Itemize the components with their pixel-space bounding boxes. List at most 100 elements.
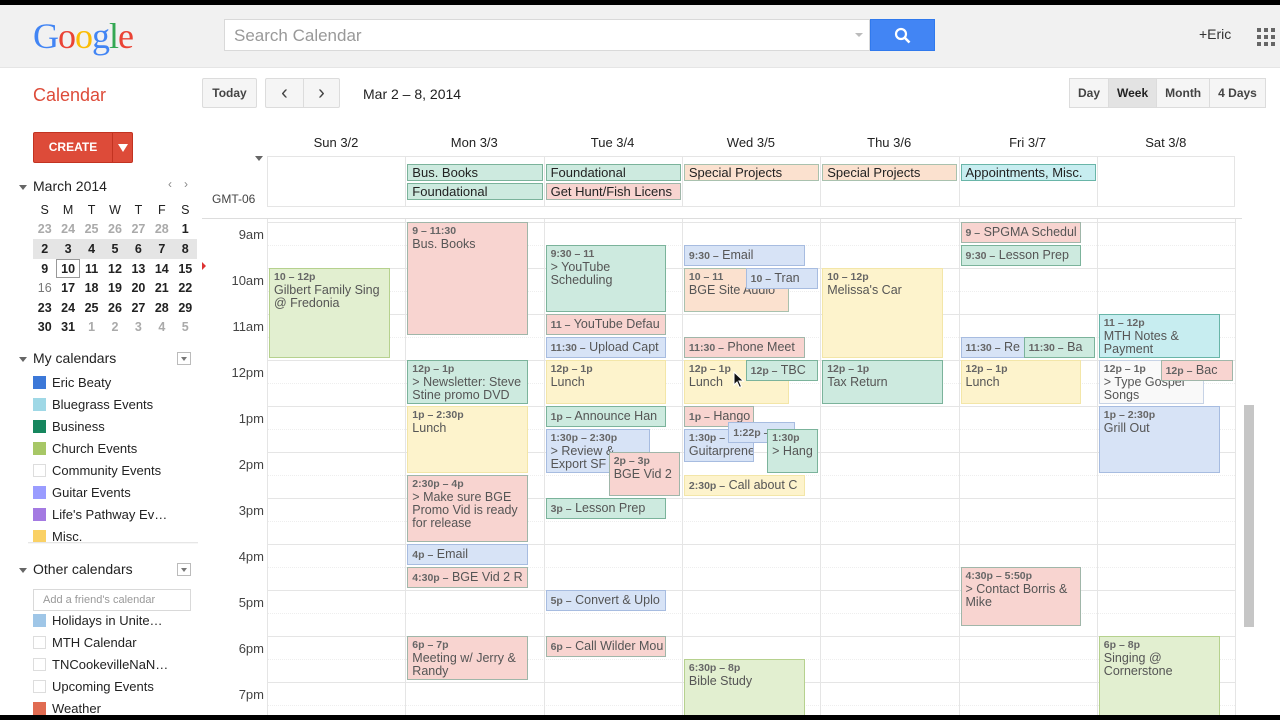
mini-week-row[interactable]: 23 24 25 26 27 28 29 bbox=[33, 298, 197, 318]
mini-day[interactable]: 25 bbox=[80, 298, 103, 318]
mini-next-icon[interactable]: › bbox=[184, 177, 188, 191]
calendar-event[interactable]: 2p – 3p BGE Vid 2 bbox=[608, 452, 680, 496]
mini-day[interactable]: 5 bbox=[103, 239, 127, 259]
mini-day[interactable]: 4 bbox=[79, 239, 104, 259]
calendar-color-swatch[interactable] bbox=[33, 613, 46, 627]
calendar-event[interactable]: 6p – 7p Meeting w/ Jerry & Randy bbox=[407, 636, 529, 680]
calendar-color-swatch[interactable] bbox=[33, 375, 46, 389]
calendar-event[interactable]: 11:30 – Phone Meet bbox=[683, 337, 805, 358]
calendar-event[interactable]: 11:30 – Upload Capt bbox=[545, 337, 667, 358]
day-header[interactable]: Thu 3/6 bbox=[820, 135, 958, 150]
day-header[interactable]: Sun 3/2 bbox=[267, 135, 405, 150]
allday-event[interactable]: Bus. Books bbox=[407, 164, 543, 181]
mini-day[interactable]: 1 bbox=[174, 220, 197, 240]
mini-day[interactable]: 8 bbox=[173, 239, 197, 259]
mini-day[interactable]: 1 bbox=[80, 318, 103, 338]
mini-week-row[interactable]: 16 17 18 19 20 21 22 bbox=[33, 278, 197, 298]
allday-event[interactable]: Appointments, Misc. bbox=[960, 164, 1096, 181]
allday-event[interactable]: Foundational bbox=[545, 164, 681, 181]
calendar-event[interactable]: 1p – 2:30p Lunch bbox=[407, 406, 529, 473]
collapse-icon[interactable] bbox=[19, 567, 27, 573]
calendar-item[interactable]: Guitar Events bbox=[33, 481, 193, 503]
day-header[interactable]: Mon 3/3 bbox=[405, 135, 543, 150]
calendar-event[interactable]: 2:30p – 4p > Make sure BGE Promo Vid is r… bbox=[407, 475, 529, 542]
calendar-event[interactable]: 10 – 12p Melissa's Car bbox=[822, 268, 944, 358]
mini-day[interactable]: 30 bbox=[33, 318, 56, 338]
view-day-button[interactable]: Day bbox=[1069, 78, 1110, 108]
next-week-button[interactable]: › bbox=[303, 78, 340, 108]
mini-day[interactable]: 28 bbox=[150, 298, 173, 318]
calendar-color-swatch[interactable] bbox=[33, 419, 46, 433]
mini-day[interactable]: 5 bbox=[174, 318, 197, 338]
calendar-item[interactable]: Weather bbox=[33, 697, 193, 715]
calendar-event[interactable]: 6:30p – 8p Bible Study bbox=[683, 659, 805, 715]
calendar-event[interactable]: 1:30p > Hang bbox=[767, 429, 819, 473]
mini-day[interactable]: 12 bbox=[103, 259, 126, 279]
calendar-item[interactable]: MTH Calendar bbox=[33, 631, 193, 653]
mini-prev-icon[interactable]: ‹ bbox=[168, 177, 172, 191]
day-header[interactable]: Wed 3/5 bbox=[682, 135, 820, 150]
calendar-event[interactable]: 10 – Tran bbox=[745, 268, 819, 289]
calendar-event[interactable]: 4:30p – BGE Vid 2 R bbox=[407, 567, 529, 588]
calendar-item[interactable]: Church Events bbox=[33, 437, 193, 459]
calendar-event[interactable]: 9:30 – Lesson Prep bbox=[960, 245, 1082, 266]
calendar-event[interactable]: 5p – Convert & Uplo bbox=[545, 590, 667, 611]
other-calendars-header[interactable]: Other calendars bbox=[19, 561, 133, 577]
calendar-event[interactable]: 12p – 1p Tax Return bbox=[822, 360, 944, 404]
my-calendars-menu-icon[interactable] bbox=[177, 352, 191, 365]
calendar-event[interactable]: 9:30 – 11 > YouTube Scheduling bbox=[545, 245, 667, 312]
calendar-event[interactable]: 11:30 – Re bbox=[960, 337, 1028, 358]
mini-day[interactable]: 22 bbox=[174, 278, 197, 298]
calendar-event[interactable]: 9:30 – Email bbox=[683, 245, 805, 266]
calendar-event[interactable]: 9 – 11:30 Bus. Books bbox=[407, 222, 529, 335]
calendar-color-swatch[interactable] bbox=[33, 657, 46, 671]
mini-day[interactable]: 2 bbox=[33, 239, 57, 259]
day-header[interactable]: Tue 3/4 bbox=[544, 135, 682, 150]
calendar-event[interactable]: 12p – 1p > Newsletter: Steve Stine promo … bbox=[407, 360, 529, 404]
calendar-color-swatch[interactable] bbox=[33, 397, 46, 411]
calendar-color-swatch[interactable] bbox=[33, 635, 46, 649]
day-header[interactable]: Sat 3/8 bbox=[1097, 135, 1235, 150]
calendar-item[interactable]: Misc. bbox=[33, 525, 193, 543]
calendar-item[interactable]: TNCookevilleNaN… bbox=[33, 653, 193, 675]
calendar-item[interactable]: Business bbox=[33, 415, 193, 437]
allday-event[interactable]: Get Hunt/Fish Licens bbox=[545, 183, 681, 200]
today-button[interactable]: Today bbox=[202, 78, 257, 108]
calendar-event[interactable]: 1p – Announce Han bbox=[545, 406, 667, 427]
mini-day[interactable]: 11 bbox=[80, 259, 103, 279]
mini-day[interactable]: 18 bbox=[80, 278, 103, 298]
day-header[interactable]: Fri 3/7 bbox=[959, 135, 1097, 150]
mini-week-row[interactable]: 23 24 25 26 27 28 1 bbox=[33, 220, 197, 240]
calendar-color-swatch[interactable] bbox=[33, 507, 46, 521]
calendar-item[interactable]: Holidays in Unite… bbox=[33, 609, 193, 631]
mini-calendar-header[interactable]: March 2014 bbox=[19, 178, 107, 194]
mini-day[interactable]: 25 bbox=[80, 220, 103, 240]
add-friend-calendar-input[interactable]: Add a friend's calendar bbox=[33, 589, 191, 611]
mini-day[interactable]: 20 bbox=[127, 278, 150, 298]
collapse-icon[interactable] bbox=[19, 184, 27, 190]
calendar-color-swatch[interactable] bbox=[33, 529, 46, 543]
mini-day[interactable]: 6 bbox=[126, 239, 151, 259]
calendar-color-swatch[interactable] bbox=[33, 701, 46, 715]
create-dropdown-icon[interactable] bbox=[118, 144, 128, 152]
time-grid[interactable]: 9am 10am 11am 12pm 1pm 2pm 3pm 4pm 5pm 6pm 7pm 10 –… bbox=[202, 218, 1242, 715]
mini-week-row[interactable]: 30 31 1 2 3 4 5 bbox=[33, 318, 197, 338]
calendar-event[interactable]: 6p – Call Wilder Mou bbox=[545, 636, 667, 657]
mini-week-row[interactable]: 9 10 11 12 13 14 15 bbox=[33, 258, 197, 279]
calendar-event[interactable]: 6p – 8p Singing @ Cornerstone bbox=[1098, 636, 1220, 715]
view-week-button[interactable]: Week bbox=[1108, 78, 1158, 108]
mini-day[interactable]: 3 bbox=[56, 239, 80, 259]
calendar-item[interactable]: Upcoming Events bbox=[33, 675, 193, 697]
search-options-dropdown-icon[interactable] bbox=[855, 33, 863, 37]
create-button[interactable]: CREATE bbox=[33, 132, 133, 163]
calendar-event[interactable]: 1p – 2:30p Grill Out bbox=[1098, 406, 1220, 473]
calendar-item[interactable]: Eric Beaty bbox=[33, 371, 193, 393]
calendar-item[interactable]: Bluegrass Events bbox=[33, 393, 193, 415]
calendar-event[interactable]: 12p – 1p Lunch bbox=[960, 360, 1082, 404]
calendar-item[interactable]: Life's Pathway Ev… bbox=[33, 503, 193, 525]
mini-day[interactable]: 7 bbox=[150, 239, 174, 259]
calendar-event[interactable]: 3p – Lesson Prep bbox=[545, 498, 667, 519]
calendar-item[interactable]: Community Events bbox=[33, 459, 193, 481]
apps-grid-icon[interactable] bbox=[1257, 28, 1275, 46]
mini-day[interactable]: 26 bbox=[103, 298, 126, 318]
